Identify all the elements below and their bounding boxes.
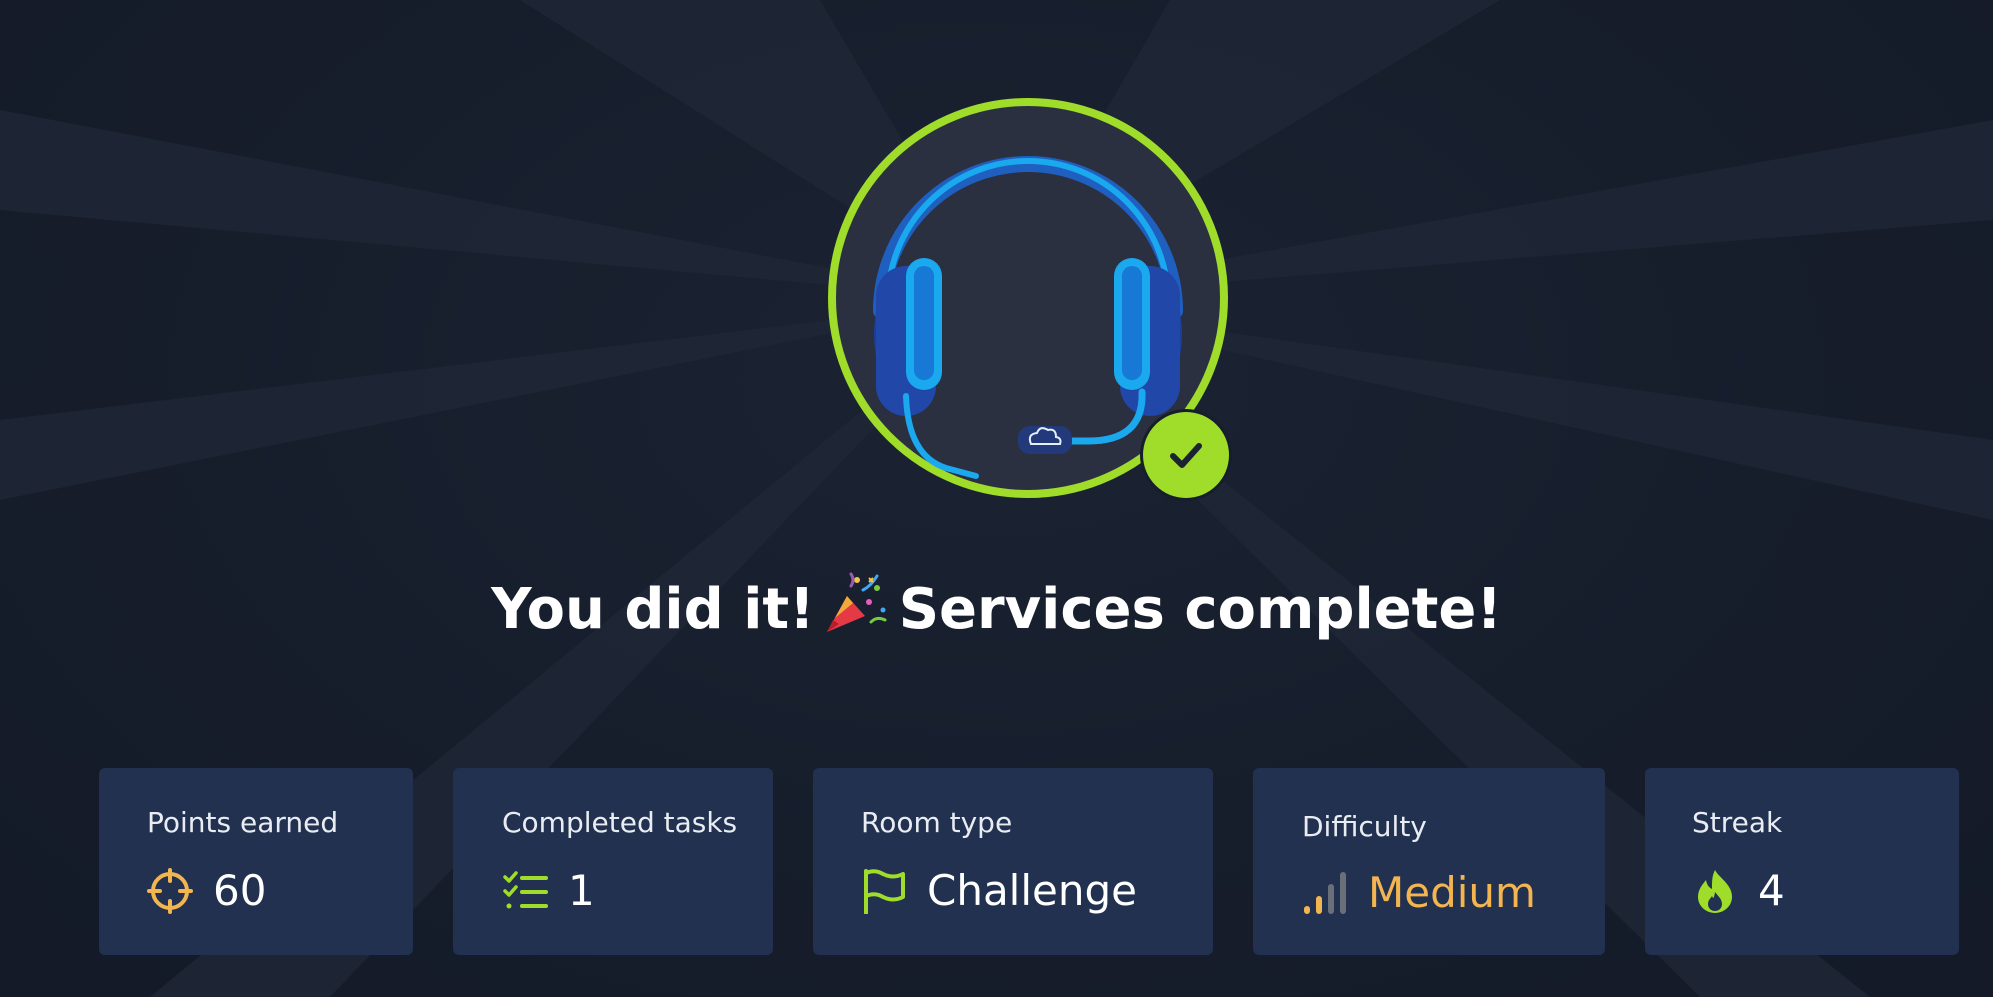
flag-icon bbox=[864, 868, 905, 914]
checklist-icon bbox=[503, 870, 548, 908]
party-popper-icon bbox=[826, 572, 887, 632]
headline-suffix: Services complete! bbox=[898, 577, 1502, 642]
stat-label-points: Points earned bbox=[147, 806, 339, 839]
completed-check-badge bbox=[1143, 412, 1229, 498]
stat-value-points: 60 bbox=[213, 866, 267, 915]
checkmark-icon bbox=[1170, 443, 1202, 468]
stat-label-completed-tasks: Completed tasks bbox=[502, 806, 738, 839]
stat-value-completed-tasks: 1 bbox=[568, 866, 595, 915]
stat-label-streak: Streak bbox=[1692, 806, 1783, 839]
stat-card-difficulty: Difficulty Medium bbox=[1253, 768, 1605, 955]
stat-value-streak: 4 bbox=[1758, 866, 1785, 915]
stat-card-points: Points earned 60 bbox=[99, 768, 413, 955]
completion-screen: You did it! Services complete! Points ea… bbox=[0, 0, 1993, 997]
headline-prefix: You did it! bbox=[491, 577, 815, 642]
stat-value-difficulty: Medium bbox=[1368, 868, 1536, 917]
stat-label-difficulty: Difficulty bbox=[1302, 810, 1427, 843]
stat-card-room-type: Room type Challenge bbox=[813, 768, 1213, 955]
page-title: You did it! Services complete! bbox=[0, 572, 1993, 642]
stat-card-completed-tasks: Completed tasks 1 bbox=[453, 768, 773, 955]
signal-bars-icon bbox=[1304, 871, 1346, 914]
crosshair-icon bbox=[147, 867, 193, 914]
stat-value-room-type: Challenge bbox=[927, 866, 1137, 915]
stat-label-room-type: Room type bbox=[861, 806, 1013, 839]
flame-icon bbox=[1698, 869, 1732, 913]
stat-card-streak: Streak 4 bbox=[1645, 768, 1959, 955]
